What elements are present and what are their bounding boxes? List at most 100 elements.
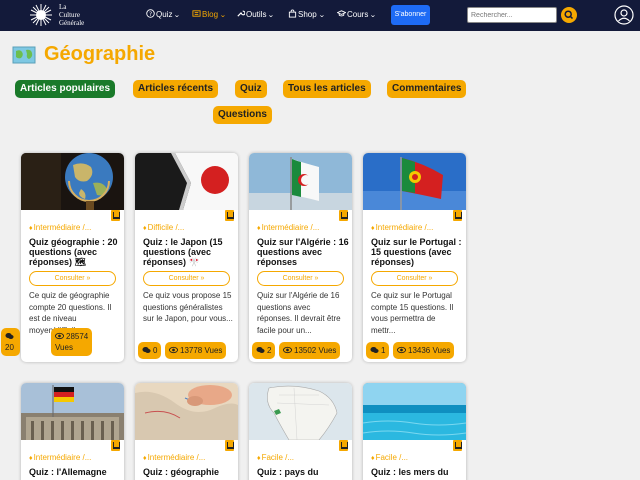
card-title[interactable]: Quiz : le Japon (15 questions (avec répo… <box>143 237 237 267</box>
search-icon <box>564 10 574 20</box>
views-badge: 13502 Vues <box>279 342 341 359</box>
level-text: Facile /... <box>261 453 295 462</box>
eye-icon <box>169 346 178 354</box>
card-excerpt: Ce quiz vous propose 15 questions généra… <box>143 291 233 323</box>
difficulty-level: ♦Intermédiaire /... <box>371 223 433 232</box>
nav-shop[interactable]: Shop⌄ <box>288 9 325 22</box>
consult-button[interactable]: Consulter » <box>29 271 116 286</box>
card-excerpt: Quiz sur l'Algérie de 16 questions avec … <box>257 291 341 335</box>
bookmark-icon[interactable] <box>111 440 120 451</box>
card-image-portugal-flag[interactable] <box>363 153 466 210</box>
user-account-icon[interactable] <box>614 5 634 25</box>
nav-blog[interactable]: Blog⌄ <box>192 9 226 22</box>
comments-badge: 1 <box>366 342 390 359</box>
shopping-bag-icon <box>288 9 297 18</box>
search-input[interactable] <box>467 7 557 23</box>
drop-icon: ♦ <box>29 225 33 232</box>
svg-text:?: ? <box>149 12 152 18</box>
comments-icon <box>142 347 151 353</box>
question-circle-icon: ? <box>146 9 155 18</box>
level-text: Facile /... <box>375 453 409 462</box>
search-button[interactable] <box>561 7 577 23</box>
subscribe-button[interactable]: S'abonner <box>391 5 430 25</box>
bookmark-icon[interactable] <box>225 440 234 451</box>
level-text: Difficile /... <box>147 223 185 232</box>
card-image-japan-flag[interactable] <box>135 153 238 210</box>
chevron-down-icon: ⌄ <box>173 12 181 19</box>
tab-articles-recents[interactable]: Articles récents <box>133 80 219 98</box>
consult-button[interactable]: Consulter » <box>143 271 230 286</box>
bookmark-icon[interactable] <box>339 210 348 221</box>
graduation-cap-icon <box>337 10 346 17</box>
article-card[interactable]: ♦Intermédiaire /... Quiz : l'Allemagne <box>21 383 124 480</box>
card-excerpt: Ce quiz sur le Portugal compte 15 questi… <box>371 291 454 335</box>
article-card[interactable]: ♦Intermédiaire /... Quiz : géographie <box>135 383 238 480</box>
drop-icon: ♦ <box>371 225 375 232</box>
drop-icon: ♦ <box>257 225 261 232</box>
tab-tous-les-articles[interactable]: Tous les articles <box>283 80 371 98</box>
chevron-down-icon: ⌄ <box>219 12 227 19</box>
map-icon <box>12 46 36 64</box>
difficulty-level: ♦Intermédiaire /... <box>143 453 205 462</box>
bookmark-icon[interactable] <box>339 440 348 451</box>
card-title[interactable]: Quiz : les mers du <box>371 467 465 477</box>
level-text: Intermédiaire /... <box>261 223 320 232</box>
eye-icon <box>397 346 406 354</box>
card-title[interactable]: Quiz : l'Allemagne <box>29 467 123 477</box>
article-card[interactable]: ♦Facile /... Quiz : pays du <box>249 383 352 480</box>
newspaper-icon <box>192 10 201 17</box>
drop-icon: ♦ <box>143 225 147 232</box>
views-badge: 13436 Vues <box>393 342 455 359</box>
card-image-germany-reichstag[interactable] <box>21 383 124 440</box>
card-image-globe[interactable] <box>21 153 124 210</box>
comments-count: 2 <box>267 346 272 355</box>
article-card[interactable]: ♦Difficile /... Quiz : le Japon (15 ques… <box>135 153 238 362</box>
nav-blog-label: Blog <box>202 10 219 19</box>
logo-line-1: La <box>59 3 67 11</box>
bookmark-icon[interactable] <box>111 210 120 221</box>
consult-button[interactable]: Consulter » <box>257 271 344 286</box>
difficulty-level: ♦Facile /... <box>257 453 294 462</box>
level-text: Intermédiaire /... <box>33 453 92 462</box>
tab-quiz[interactable]: Quiz <box>235 80 267 98</box>
views-label: Vues <box>55 343 73 352</box>
nav-outils[interactable]: Outils⌄ <box>236 9 275 22</box>
site-logo-text[interactable]: La Culture Générale <box>59 3 84 27</box>
tab-commentaires[interactable]: Commentaires <box>387 80 467 98</box>
difficulty-level: ♦Difficile /... <box>143 223 184 232</box>
article-card[interactable]: ♦Facile /... Quiz : les mers du <box>363 383 466 480</box>
card-image-algeria-flag[interactable] <box>249 153 352 210</box>
consult-button[interactable]: Consulter » <box>371 271 458 286</box>
nav-cours[interactable]: Cours⌄ <box>337 9 377 22</box>
article-card[interactable]: ♦Intermédiaire /... Quiz sur le Portugal… <box>363 153 466 362</box>
tab-questions[interactable]: Questions <box>213 106 272 124</box>
card-image-map-hand[interactable] <box>135 383 238 440</box>
level-text: Intermédiaire /... <box>375 223 434 232</box>
card-title[interactable]: Quiz : pays du <box>257 467 351 477</box>
article-card[interactable]: ♦Intermédiaire /... Quiz sur l'Algérie :… <box>249 153 352 362</box>
card-title[interactable]: Quiz : géographie <box>143 467 237 477</box>
tab-articles-populaires[interactable]: Articles populaires <box>15 80 116 98</box>
card-title[interactable]: Quiz sur l'Algérie : 16 questions avec r… <box>257 237 351 267</box>
sun-logo-icon[interactable] <box>29 3 53 27</box>
card-title[interactable]: Quiz sur le Portugal : 15 questions (ave… <box>371 237 465 267</box>
difficulty-level: ♦Intermédiaire /... <box>29 453 91 462</box>
nav-shop-label: Shop <box>298 10 317 19</box>
difficulty-level: ♦Intermédiaire /... <box>29 223 91 232</box>
nav-quiz[interactable]: ? Quiz⌄ <box>146 9 181 22</box>
drop-icon: ♦ <box>143 455 147 462</box>
bookmark-icon[interactable] <box>453 440 462 451</box>
chevron-down-icon: ⌄ <box>369 12 377 19</box>
views-badge: 13778 Vues <box>165 342 227 359</box>
card-title[interactable]: Quiz géographie : 20 questions (avec rép… <box>29 237 123 267</box>
card-image-sea[interactable] <box>363 383 466 440</box>
bookmark-icon[interactable] <box>453 210 462 221</box>
card-image-africa-map[interactable] <box>249 383 352 440</box>
comments-count: 0 <box>153 346 158 355</box>
drop-icon: ♦ <box>29 455 33 462</box>
bookmark-icon[interactable] <box>225 210 234 221</box>
page-title: Géographie <box>44 43 156 65</box>
article-card[interactable]: ♦Intermédiaire /... Quiz géographie : 20… <box>1 153 124 362</box>
drop-icon: ♦ <box>257 455 261 462</box>
level-text: Intermédiaire /... <box>33 223 92 232</box>
